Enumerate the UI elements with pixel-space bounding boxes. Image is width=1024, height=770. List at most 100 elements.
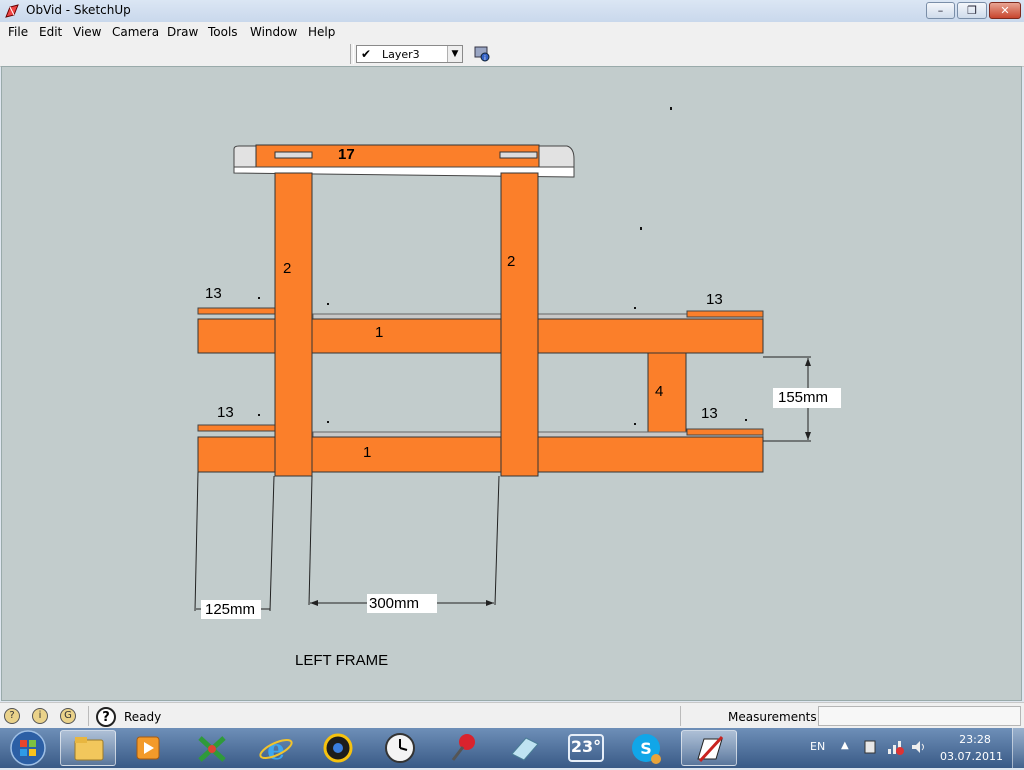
taskbar-notes[interactable] bbox=[496, 730, 552, 766]
dropdown-arrow-icon[interactable]: ▼ bbox=[447, 46, 462, 62]
skype-icon: S bbox=[632, 734, 661, 764]
language-indicator[interactable]: EN bbox=[810, 740, 825, 753]
gear-icon bbox=[323, 733, 353, 763]
status-divider bbox=[680, 706, 681, 726]
start-button[interactable] bbox=[2, 729, 52, 767]
show-hidden-icons-icon[interactable]: ▲ bbox=[841, 740, 849, 751]
menu-tools[interactable]: Tools bbox=[208, 25, 238, 39]
dim-arrow bbox=[310, 600, 318, 606]
pushpin-icon bbox=[451, 734, 475, 761]
cap-label: 13 bbox=[701, 405, 718, 422]
post-label: 2 bbox=[507, 253, 516, 270]
taskbar-xmind[interactable] bbox=[184, 730, 240, 766]
stray-mark bbox=[258, 414, 260, 416]
stray-mark bbox=[634, 307, 636, 309]
status-divider bbox=[88, 706, 89, 726]
taskbar-internet-explorer[interactable]: e bbox=[248, 730, 304, 766]
dimension-vertical: 155mm bbox=[778, 389, 829, 406]
maximize-button[interactable]: ❐ bbox=[957, 2, 987, 19]
toolbar-grip[interactable] bbox=[350, 44, 354, 64]
folder-icon bbox=[74, 737, 104, 761]
taskbar-weather[interactable]: 23° bbox=[558, 730, 614, 766]
measurements-input[interactable] bbox=[818, 706, 1021, 726]
taskbar-sketchup[interactable] bbox=[681, 730, 737, 766]
stray-mark bbox=[634, 423, 636, 425]
rail-label: 1 bbox=[363, 444, 372, 461]
menu-camera[interactable]: Camera bbox=[112, 25, 159, 39]
close-button[interactable]: ✕ bbox=[989, 2, 1021, 19]
ie-icon: e bbox=[259, 733, 293, 766]
dimension-middle: 300mm bbox=[369, 595, 420, 612]
cap-label: 13 bbox=[205, 285, 222, 302]
cap-lower-right bbox=[686, 428, 764, 436]
dim-arrow bbox=[805, 432, 811, 440]
current-layer-check-icon: ✔ bbox=[361, 47, 372, 61]
stray-mark bbox=[327, 421, 329, 423]
google-signin-icon[interactable]: G bbox=[60, 708, 76, 724]
minimize-icon: – bbox=[937, 4, 944, 17]
dim-ext-line bbox=[269, 475, 275, 612]
layer-select-value: Layer3 bbox=[382, 48, 420, 61]
clock-icon bbox=[385, 733, 415, 763]
taskbar-explorer[interactable] bbox=[60, 730, 116, 766]
clock-date[interactable]: 03.07.2011 bbox=[940, 750, 1003, 763]
usb-device-icon[interactable] bbox=[862, 739, 878, 755]
menu-window[interactable]: Window bbox=[250, 25, 297, 39]
cap-lower-left bbox=[197, 424, 277, 432]
stray-mark bbox=[745, 419, 747, 421]
taskbar-pin[interactable] bbox=[435, 730, 491, 766]
svg-text:S: S bbox=[640, 739, 652, 758]
measurements-label: Measurements bbox=[728, 710, 817, 724]
x-icon bbox=[198, 736, 226, 762]
model-view bbox=[194, 107, 841, 619]
weather-temp: 23° bbox=[570, 737, 602, 756]
help-icon[interactable]: ? bbox=[96, 707, 116, 727]
status-text: Ready bbox=[124, 710, 162, 724]
top-beam-slot-right bbox=[499, 151, 538, 159]
svg-text:e: e bbox=[267, 733, 285, 766]
credits-icon[interactable]: i bbox=[32, 708, 48, 724]
menu-draw[interactable]: Draw bbox=[167, 25, 198, 39]
layer-manager-icon[interactable]: i bbox=[473, 45, 491, 63]
menu-edit[interactable]: Edit bbox=[39, 25, 62, 39]
spacer-label: 4 bbox=[655, 383, 664, 400]
status-bar: ? i G ? Ready Measurements bbox=[0, 702, 1024, 729]
cap-top-left bbox=[197, 307, 277, 315]
cap-label: 13 bbox=[217, 404, 234, 421]
taskbar-skype[interactable]: S bbox=[618, 730, 674, 766]
note-icon bbox=[511, 737, 539, 761]
taskbar-media-player[interactable] bbox=[120, 730, 176, 766]
layers-toolbar bbox=[0, 42, 1024, 67]
layer-select[interactable]: ✔ Layer3 ▼ bbox=[356, 45, 463, 63]
dim-arrow bbox=[486, 600, 494, 606]
post-2-left bbox=[274, 172, 313, 477]
show-desktop-button[interactable] bbox=[1012, 728, 1024, 768]
dim-ext-line bbox=[308, 475, 313, 606]
menu-file[interactable]: File bbox=[8, 25, 28, 39]
menu-bar: File Edit View Camera Draw Tools Window … bbox=[0, 22, 1024, 42]
spacer-4 bbox=[647, 352, 687, 436]
stray-mark bbox=[327, 303, 329, 305]
sketchup-app-icon bbox=[5, 4, 19, 18]
network-icon[interactable] bbox=[886, 739, 904, 755]
title-bar: ObVid - SketchUp – ❐ ✕ bbox=[0, 0, 1024, 23]
restore-icon: ❐ bbox=[967, 4, 977, 17]
drawing-caption: LEFT FRAME bbox=[295, 652, 389, 669]
taskbar-settings[interactable] bbox=[310, 730, 366, 766]
stray-mark bbox=[258, 297, 260, 299]
taskbar-clock[interactable] bbox=[372, 730, 428, 766]
dimension-left: 125mm bbox=[205, 601, 256, 618]
minimize-button[interactable]: – bbox=[926, 2, 955, 19]
menu-help[interactable]: Help bbox=[308, 25, 335, 39]
stray-mark bbox=[640, 227, 642, 230]
stray-mark bbox=[670, 107, 672, 110]
dim-ext-line bbox=[194, 471, 199, 612]
rail-label: 1 bbox=[375, 324, 384, 341]
geo-location-icon[interactable]: ? bbox=[4, 708, 20, 724]
top-beam-slot-left bbox=[274, 151, 313, 159]
drawing-canvas[interactable]: 17 2 2 1 1 4 13 13 13 13 125mm 300mm 155… bbox=[1, 66, 1022, 701]
menu-view[interactable]: View bbox=[73, 25, 101, 39]
cap-label: 13 bbox=[706, 291, 723, 308]
volume-icon[interactable] bbox=[910, 739, 928, 755]
clock-time[interactable]: 23:28 bbox=[955, 733, 995, 746]
